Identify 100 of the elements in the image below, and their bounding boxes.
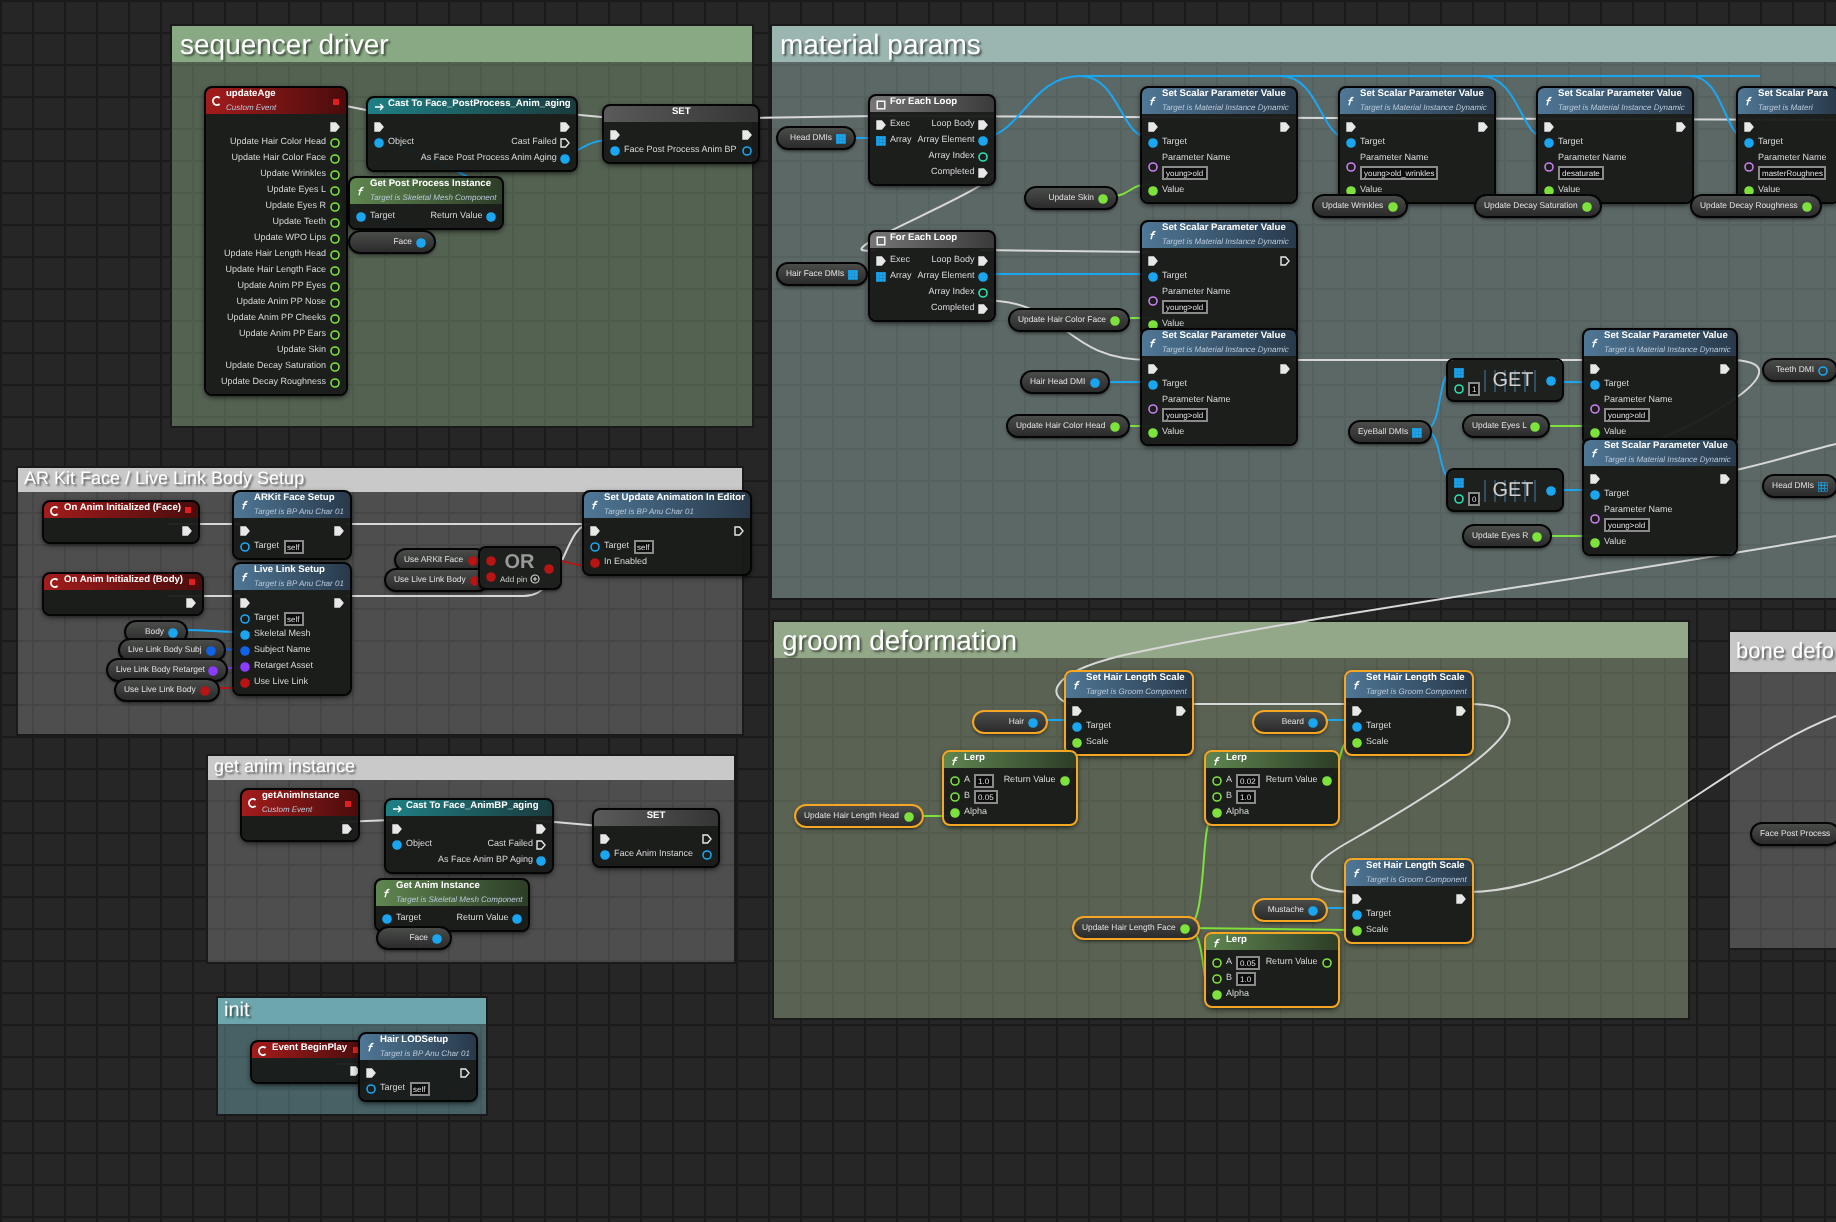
data-pin-icon[interactable]: [240, 629, 250, 639]
data-pin-icon[interactable]: [1590, 513, 1600, 523]
data-pin-icon[interactable]: [1744, 161, 1754, 171]
data-pin-icon[interactable]: [978, 151, 989, 161]
array-pin-icon[interactable]: [1454, 367, 1464, 377]
data-pin-icon[interactable]: [1148, 295, 1158, 305]
exec-pin-icon[interactable]: [334, 525, 344, 535]
exec-pin-icon[interactable]: [536, 823, 547, 833]
exec-pin-icon[interactable]: [1280, 255, 1290, 265]
data-pin-icon[interactable]: [1590, 379, 1600, 389]
data-pin-icon[interactable]: [1148, 137, 1158, 147]
exec-pin-icon[interactable]: [1346, 121, 1356, 131]
exec-pin-icon[interactable]: [1148, 363, 1158, 373]
data-pin-icon[interactable]: [486, 211, 497, 221]
exec-pin-icon[interactable]: [240, 597, 250, 607]
data-pin-icon[interactable]: [512, 913, 523, 923]
exec-pin-icon[interactable]: [341, 823, 352, 833]
exec-pin-icon[interactable]: [978, 119, 989, 129]
array-pin-icon[interactable]: [1454, 477, 1464, 487]
data-pin-icon[interactable]: [356, 211, 366, 221]
exec-pin-icon[interactable]: [978, 255, 989, 265]
exec-pin-icon[interactable]: [1280, 121, 1290, 131]
exec-pin-icon[interactable]: [1072, 705, 1082, 715]
array-pin-icon[interactable]: [836, 133, 846, 143]
exec-pin-icon[interactable]: [1720, 363, 1731, 373]
exec-pin-icon[interactable]: [374, 121, 384, 131]
data-pin-icon[interactable]: [392, 839, 402, 849]
data-pin-icon[interactable]: [1072, 721, 1082, 731]
exec-pin-icon[interactable]: [1352, 705, 1362, 715]
delegate-pin-icon[interactable]: [351, 1046, 360, 1054]
exec-pin-icon[interactable]: [1148, 121, 1158, 131]
data-pin-icon[interactable]: [610, 145, 620, 155]
data-pin-icon[interactable]: [1454, 493, 1464, 503]
exec-pin-icon[interactable]: [600, 833, 610, 843]
exec-pin-icon[interactable]: [1744, 121, 1754, 131]
data-pin-icon[interactable]: [742, 145, 753, 155]
exec-pin-icon[interactable]: [1456, 893, 1467, 903]
data-pin-icon[interactable]: [382, 913, 392, 923]
data-pin-icon[interactable]: [1346, 161, 1356, 171]
data-pin-icon[interactable]: [1352, 721, 1362, 731]
data-pin-icon[interactable]: [1454, 383, 1464, 393]
data-pin-icon[interactable]: [560, 153, 571, 163]
exec-pin-icon[interactable]: [978, 303, 989, 313]
array-pin-icon[interactable]: [1818, 481, 1828, 491]
exec-pin-icon[interactable]: [366, 1067, 376, 1077]
exec-pin-icon[interactable]: [1590, 473, 1600, 483]
exec-pin-icon[interactable]: [1478, 121, 1488, 131]
data-pin-icon[interactable]: [1352, 909, 1362, 919]
exec-pin-icon[interactable]: [1456, 705, 1467, 715]
data-pin-icon[interactable]: [366, 1083, 376, 1093]
data-pin-icon[interactable]: [240, 613, 250, 623]
exec-pin-icon[interactable]: [349, 1065, 360, 1075]
data-pin-icon[interactable]: [600, 849, 610, 859]
array-pin-icon[interactable]: [876, 271, 886, 281]
array-pin-icon[interactable]: [876, 135, 886, 145]
data-pin-icon[interactable]: [1590, 489, 1600, 499]
data-pin-icon[interactable]: [536, 855, 547, 865]
data-pin-icon[interactable]: [1544, 137, 1554, 147]
data-pin-icon[interactable]: [978, 135, 989, 145]
exec-pin-icon[interactable]: [876, 119, 886, 129]
delegate-pin-icon[interactable]: [184, 506, 193, 514]
exec-pin-icon[interactable]: [1352, 893, 1362, 903]
exec-pin-icon[interactable]: [1676, 121, 1686, 131]
array-pin-icon[interactable]: [1412, 427, 1423, 437]
exec-pin-icon[interactable]: [702, 833, 712, 843]
data-pin-icon[interactable]: [374, 137, 384, 147]
data-pin-icon[interactable]: [1544, 161, 1554, 171]
data-pin-icon[interactable]: [978, 287, 989, 297]
exec-pin-icon[interactable]: [876, 255, 886, 265]
data-pin-icon[interactable]: [702, 849, 712, 859]
exec-pin-icon[interactable]: [330, 121, 340, 131]
exec-pin-icon[interactable]: [1590, 363, 1600, 373]
delegate-pin-icon[interactable]: [332, 97, 340, 105]
exec-pin-icon[interactable]: [459, 1067, 470, 1077]
data-pin-icon[interactable]: [978, 271, 989, 281]
exec-pin-icon[interactable]: [590, 525, 600, 535]
exec-pin-icon[interactable]: [334, 597, 344, 607]
exec-pin-icon[interactable]: [560, 137, 571, 147]
exec-pin-icon[interactable]: [1148, 255, 1158, 265]
plus-icon[interactable]: [529, 574, 540, 584]
data-pin-icon[interactable]: [1545, 375, 1556, 385]
delegate-pin-icon[interactable]: [187, 578, 196, 586]
exec-pin-icon[interactable]: [978, 167, 989, 177]
exec-pin-icon[interactable]: [240, 525, 250, 535]
data-pin-icon[interactable]: [1346, 137, 1356, 147]
exec-pin-icon[interactable]: [392, 823, 402, 833]
data-pin-icon[interactable]: [1148, 379, 1158, 389]
event-node[interactable]: [206, 88, 346, 394]
data-pin-icon[interactable]: [1545, 485, 1556, 495]
data-pin-icon[interactable]: [1744, 137, 1754, 147]
data-pin-icon[interactable]: [590, 541, 600, 551]
exec-pin-icon[interactable]: [560, 121, 571, 131]
exec-pin-icon[interactable]: [734, 525, 745, 535]
data-pin-icon[interactable]: [1590, 403, 1600, 413]
exec-pin-icon[interactable]: [182, 525, 193, 535]
exec-pin-icon[interactable]: [185, 597, 196, 607]
exec-pin-icon[interactable]: [1280, 363, 1290, 373]
exec-pin-icon[interactable]: [610, 129, 620, 139]
exec-pin-icon[interactable]: [1544, 121, 1554, 131]
delegate-pin-icon[interactable]: [343, 799, 352, 807]
